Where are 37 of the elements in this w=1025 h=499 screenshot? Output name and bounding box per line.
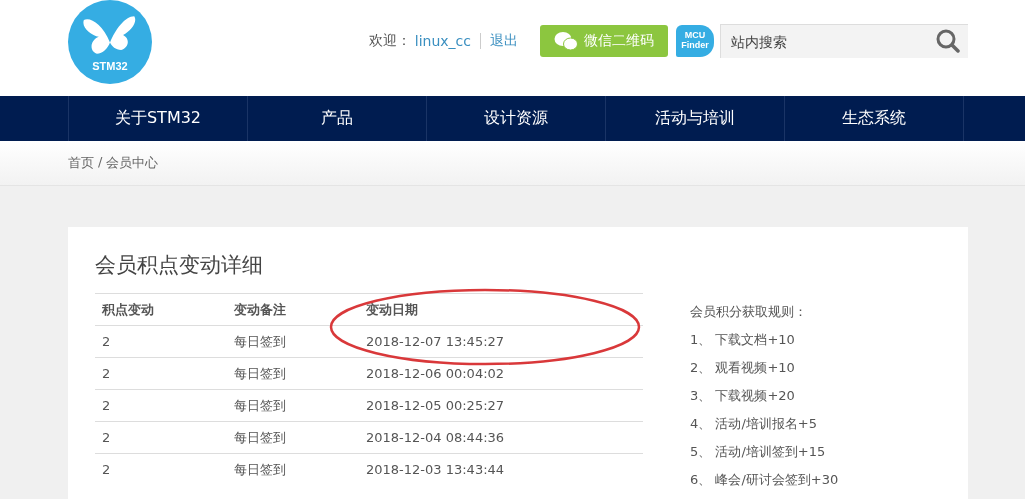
username-link[interactable]: linux_cc	[414, 33, 471, 49]
column-header: 变动备注	[227, 293, 359, 326]
rule-item: 4、 活动/培训报名+5	[690, 415, 818, 433]
table-cell: 2	[95, 389, 227, 422]
rule-item: 5、 活动/培训签到+15	[690, 443, 827, 461]
breadcrumb-current: 会员中心	[106, 154, 159, 172]
table-cell: 2018-12-04 08:44:36	[359, 421, 643, 454]
panel-title: 会员积点变动详细	[95, 252, 264, 279]
rule-item: 1、 下载文档+10	[690, 331, 796, 349]
column-header: 变动日期	[359, 293, 643, 326]
rule-item: 6、 峰会/研讨会签到+30	[690, 471, 839, 489]
table-cell: 2018-12-06 00:04:02	[359, 357, 643, 390]
table-cell: 2	[95, 453, 227, 485]
rule-item: 2、 观看视频+10	[690, 359, 796, 377]
chat-bubbles-icon	[554, 31, 578, 51]
table-cell: 每日签到	[227, 325, 359, 358]
table-cell: 2018-12-05 00:25:27	[359, 389, 643, 422]
table-cell: 每日签到	[227, 357, 359, 390]
welcome-label: 欢迎：	[368, 32, 411, 50]
table-cell: 每日签到	[227, 389, 359, 422]
butterfly-icon	[82, 14, 138, 56]
column-header: 积点变动	[95, 293, 227, 326]
logout-link[interactable]: 退出	[490, 32, 518, 50]
table-cell: 2	[95, 325, 227, 358]
table-cell: 每日签到	[227, 453, 359, 485]
rules-title: 会员积分获取规则：	[690, 303, 808, 321]
table-cell: 2018-12-03 13:43:44	[359, 453, 643, 485]
breadcrumb-link[interactable]: 首页	[68, 154, 94, 172]
search-icon[interactable]	[936, 29, 960, 53]
breadcrumb-separator: /	[98, 154, 103, 171]
table-cell: 2018-12-07 13:45:27	[359, 325, 643, 358]
logo-text: STM32	[92, 60, 128, 72]
table-cell: 2	[95, 357, 227, 390]
table-cell: 每日签到	[227, 421, 359, 454]
table-cell: 2	[95, 421, 227, 454]
search-field[interactable]: 站内搜索	[720, 24, 968, 58]
rule-item: 3、 下载视频+20	[690, 387, 796, 405]
